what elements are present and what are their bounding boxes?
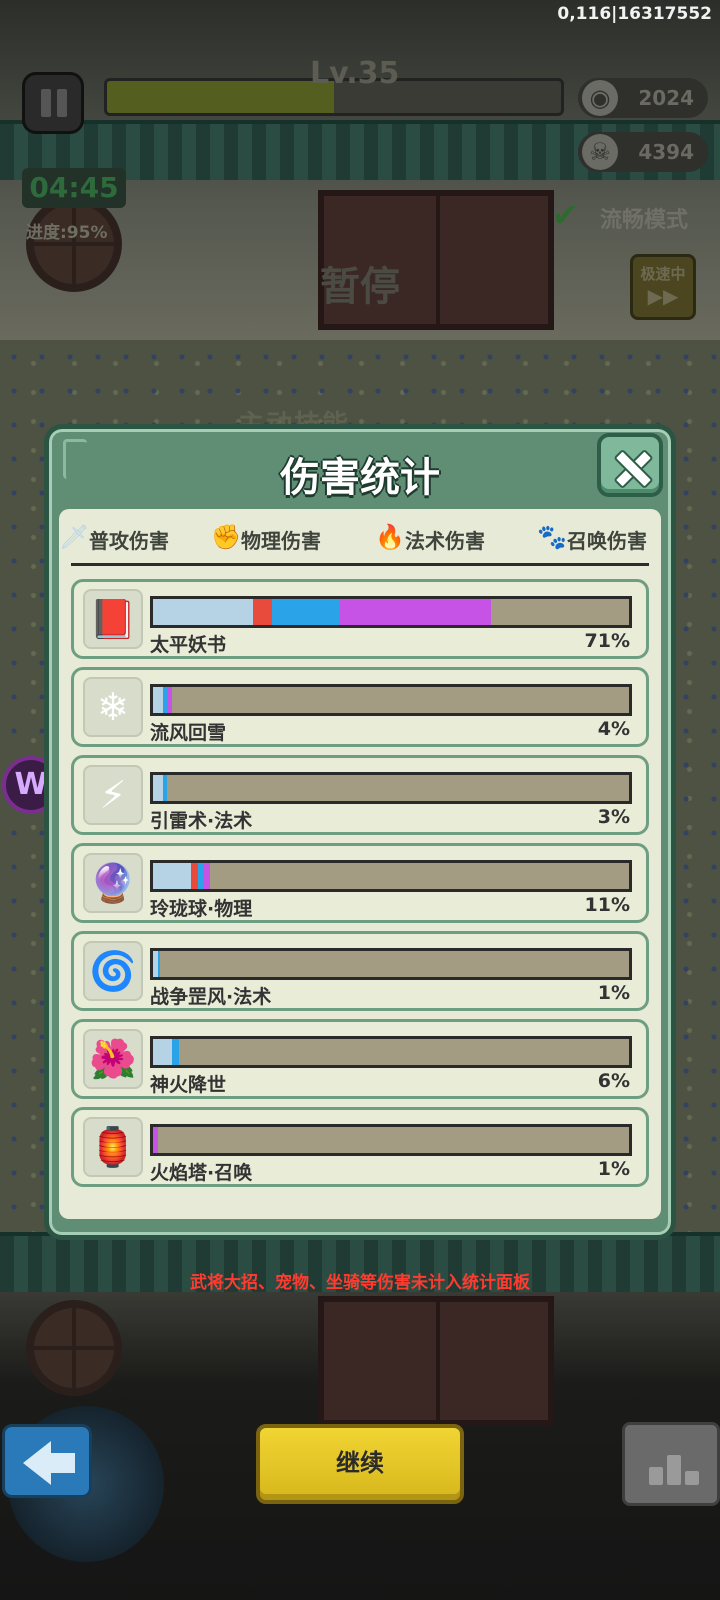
bar-segment-3 xyxy=(157,951,161,977)
coin-icon: ◉ xyxy=(582,80,618,116)
damage-percent: 1% xyxy=(597,1158,630,1180)
bar-segment-1 xyxy=(153,687,163,713)
damage-bar xyxy=(150,1124,632,1156)
bar-segment-1 xyxy=(153,863,192,889)
damage-stats-panel: 伤害统计 🗡 普攻伤害 ✊ 物理伤害 🔥 法术伤害 🐾 召唤伤害 📕 太平妖书 71… xyxy=(44,424,676,1240)
sword-icon: 🗡 xyxy=(59,523,90,551)
footnote: 武将大招、宠物、坐骑等伤害未计入统计面板 xyxy=(190,1273,530,1293)
skill-row: 📕 太平妖书 71% xyxy=(71,579,649,659)
snow-sword-icon: ❄ xyxy=(83,677,143,737)
bar-segment-3 xyxy=(162,775,168,801)
timer: 04:45 xyxy=(22,168,126,208)
skill-row: ❄ 流风回雪 4% xyxy=(71,667,649,747)
skill-row: 🔮 玲珑球·物理 11% xyxy=(71,843,649,923)
speed-button[interactable]: 极速中 ▶▶ xyxy=(630,254,696,320)
pause-button[interactable] xyxy=(22,72,84,134)
progress-label: 进度:95% xyxy=(26,223,108,243)
skill-name: 火焰塔·召唤 xyxy=(150,1162,253,1184)
damage-percent: 11% xyxy=(584,894,630,916)
bar-segment-4 xyxy=(338,599,491,625)
bar-segment-3 xyxy=(271,599,339,625)
paused-label: 暂停 xyxy=(320,264,400,310)
check-icon: ✔ xyxy=(552,196,579,234)
damage-bar xyxy=(150,1036,632,1068)
bar-segment-2 xyxy=(191,863,199,889)
skill-row: 🌀 战争罡风·法术 1% xyxy=(71,931,649,1011)
legend: 🗡 普攻伤害 ✊ 物理伤害 🔥 法术伤害 🐾 召唤伤害 xyxy=(59,521,661,561)
skill-name: 流风回雪 xyxy=(150,722,227,744)
damage-percent: 1% xyxy=(597,982,630,1004)
damage-bar xyxy=(150,860,632,892)
bar-segment-1 xyxy=(153,775,163,801)
coin-value: 2024 xyxy=(638,86,694,110)
gate-bottom xyxy=(318,1296,554,1426)
whirlwind-icon: 🌀 xyxy=(83,941,143,1001)
debug-readout: 0,116|16317552 xyxy=(557,4,712,24)
paw-icon: 🐾 xyxy=(537,523,567,551)
orb-icon: 🔮 xyxy=(83,853,143,913)
damage-percent: 6% xyxy=(597,1070,630,1092)
legend-label: 召唤伤害 xyxy=(567,529,647,553)
damage-bar xyxy=(150,596,632,628)
fire-tower-icon: 🏮 xyxy=(83,1117,143,1177)
speed-label: 极速中 xyxy=(640,265,686,283)
ranking-button[interactable] xyxy=(622,1422,720,1506)
fire-flower-icon: 🌺 xyxy=(83,1029,143,1089)
legend-label: 普攻伤害 xyxy=(89,529,169,553)
legend-label: 物理伤害 xyxy=(241,529,321,553)
level-label: Lv.35 xyxy=(310,56,400,91)
xp-fill xyxy=(107,81,334,113)
panel-title: 伤害统计 xyxy=(280,455,440,501)
demon-book-icon: 📕 xyxy=(83,589,143,649)
panel-body: 🗡 普攻伤害 ✊ 物理伤害 🔥 法术伤害 🐾 召唤伤害 📕 太平妖书 71% ❄ 流风回… xyxy=(59,509,661,1219)
wheel-bottom xyxy=(26,1300,122,1396)
podium-icon xyxy=(649,1467,663,1485)
damage-percent: 4% xyxy=(597,718,630,740)
kill-counter: ☠ 4394 xyxy=(578,132,708,172)
damage-bar xyxy=(150,684,632,716)
back-button[interactable] xyxy=(2,1424,92,1498)
kill-value: 4394 xyxy=(638,140,694,164)
skill-row: 🌺 神火降世 6% xyxy=(71,1019,649,1099)
back-arrow-icon xyxy=(23,1441,51,1485)
skill-name: 玲珑球·物理 xyxy=(150,898,253,920)
smooth-mode-toggle[interactable]: 流畅模式 xyxy=(600,202,688,234)
thunder-icon: ⚡ xyxy=(83,765,143,825)
bar-segment-4 xyxy=(202,863,211,889)
bar-segment-3 xyxy=(172,1039,180,1065)
bar-segment-1 xyxy=(153,599,253,625)
wheel-top xyxy=(26,196,122,292)
damage-bar xyxy=(150,772,632,804)
skill-name: 战争罡风·法术 xyxy=(150,986,272,1008)
continue-button[interactable]: 继续 xyxy=(256,1424,464,1504)
skill-row: ⚡ 引雷术·法术 3% xyxy=(71,755,649,835)
close-icon xyxy=(614,449,648,483)
skill-name: 太平妖书 xyxy=(150,634,227,656)
fast-forward-icon: ▶▶ xyxy=(647,284,679,308)
bar-segment-1 xyxy=(153,1039,173,1065)
bar-segment-4 xyxy=(167,687,173,713)
damage-percent: 3% xyxy=(597,806,630,828)
damage-percent: 71% xyxy=(584,630,630,652)
damage-bar xyxy=(150,948,632,980)
skill-name: 引雷术·法术 xyxy=(150,810,253,832)
coin-counter: ◉ 2024 xyxy=(578,78,708,118)
legend-divider xyxy=(71,563,649,566)
skill-row: 🏮 火焰塔·召唤 1% xyxy=(71,1107,649,1187)
flame-icon: 🔥 xyxy=(375,523,405,551)
skull-icon: ☠ xyxy=(582,134,618,170)
fist-icon: ✊ xyxy=(211,523,241,551)
close-button[interactable] xyxy=(597,433,663,497)
bar-segment-2 xyxy=(252,599,272,625)
legend-label: 法术伤害 xyxy=(405,529,485,553)
bar-segment-4 xyxy=(153,1127,158,1153)
skill-name: 神火降世 xyxy=(150,1074,227,1096)
